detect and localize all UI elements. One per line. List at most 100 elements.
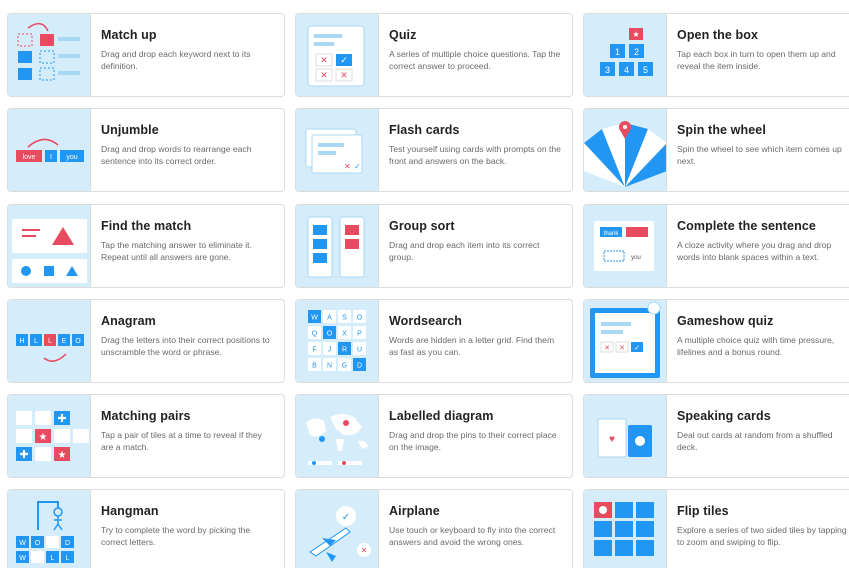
svg-text:W: W — [19, 540, 26, 547]
template-card-complete-the-sentence[interactable]: thank you Complete the sentence A cloze … — [583, 204, 849, 288]
svg-text:L: L — [51, 555, 55, 562]
template-card-match-up[interactable]: Match up Drag and drop each keyword next… — [7, 13, 285, 97]
wordsearch-letter: J — [328, 347, 332, 354]
wordsearch-letter: D — [357, 363, 362, 370]
svg-text:✚: ✚ — [57, 413, 66, 425]
group-sort-icon — [296, 205, 379, 287]
template-card-spin-the-wheel[interactable]: Spin the wheel Spin the wheel to see whi… — [583, 108, 849, 192]
svg-text:★: ★ — [39, 432, 48, 443]
svg-text:✕: ✕ — [604, 345, 610, 352]
template-description: Deal out cards at random from a shuffled… — [677, 430, 833, 452]
find-the-match-icon — [8, 205, 91, 287]
wordsearch-letter: B — [312, 363, 317, 370]
wordsearch-letter: F — [312, 347, 316, 354]
template-title: Airplane — [389, 504, 440, 518]
matching-pairs-icon: ✚ ★ ✚ ★ — [8, 395, 91, 477]
template-card-find-the-match[interactable]: Find the match Tap the matching answer t… — [7, 204, 285, 288]
template-card-gameshow-quiz[interactable]: ✕ ✕ ✓ Gameshow quiz A multiple choice qu… — [583, 299, 849, 383]
hangman-icon: W O D W L L — [8, 490, 91, 568]
svg-text:✓: ✓ — [354, 162, 361, 171]
template-title: Unjumble — [101, 123, 159, 137]
unjumble-icon: love I you — [8, 109, 91, 191]
spin-the-wheel-icon — [584, 109, 667, 191]
svg-text:3: 3 — [605, 65, 610, 75]
template-title: Flip tiles — [677, 504, 729, 518]
svg-text:✕: ✕ — [361, 546, 368, 555]
wordsearch-letter: G — [342, 363, 347, 370]
svg-text:★: ★ — [58, 450, 67, 461]
svg-text:love: love — [23, 154, 36, 161]
svg-text:♥: ♥ — [609, 434, 615, 445]
svg-text:I: I — [50, 154, 52, 161]
svg-text:✓: ✓ — [340, 55, 348, 65]
svg-text:L: L — [66, 555, 70, 562]
template-description: Try to complete the word by picking the … — [101, 525, 251, 547]
wordsearch-letter: Q — [312, 331, 318, 338]
svg-text:2: 2 — [634, 47, 639, 57]
anagram-icon: H L L E O — [8, 300, 91, 382]
svg-text:5: 5 — [643, 65, 648, 75]
svg-text:✓: ✓ — [634, 345, 640, 352]
svg-text:★: ★ — [632, 30, 639, 39]
template-card-flash-cards[interactable]: ✕ ✓ Flash cards Test yourself using card… — [295, 108, 573, 192]
svg-text:O: O — [75, 338, 81, 345]
flash-cards-icon: ✕ ✓ — [296, 109, 379, 191]
template-card-labelled-diagram[interactable]: Labelled diagram Drag and drop the pins … — [295, 394, 573, 478]
template-description: Tap the matching answer to eliminate it.… — [101, 240, 252, 262]
template-description: Drag and drop each item into its correct… — [389, 240, 540, 262]
template-card-hangman[interactable]: W O D W L L Hangman Try to complete the … — [7, 489, 285, 568]
quiz-icon: ✕ ✓ ✕ ✕ — [296, 14, 379, 96]
template-description: A cloze activity where you drag and drop… — [677, 240, 832, 262]
svg-text:H: H — [19, 338, 24, 345]
template-title: Hangman — [101, 504, 159, 518]
wordsearch-letter: R — [342, 347, 347, 354]
svg-text:D: D — [65, 540, 70, 547]
template-description: Drag and drop the pins to their correct … — [389, 430, 557, 452]
template-card-matching-pairs[interactable]: ✚ ★ ✚ ★ Matching pairs Tap a pair of til… — [7, 394, 285, 478]
svg-text:✕: ✕ — [619, 345, 625, 352]
template-title: Anagram — [101, 314, 156, 328]
template-description: Explore a series of two sided tiles by t… — [677, 525, 847, 547]
wordsearch-letter: S — [342, 315, 347, 322]
template-description: Tap a pair of tiles at a time to reveal … — [101, 430, 262, 452]
template-card-airplane[interactable]: ✓ ✕ Airplane Use touch or keyboard to fl… — [295, 489, 573, 568]
template-description: Drag the letters into their correct posi… — [101, 335, 270, 357]
wordsearch-icon: W A S O Q O X P F J R U B N G D — [296, 300, 379, 382]
svg-text:✕: ✕ — [320, 55, 328, 65]
svg-text:W: W — [19, 555, 26, 562]
svg-text:1: 1 — [615, 47, 620, 57]
svg-text:you: you — [66, 154, 77, 161]
wordsearch-letter: O — [357, 315, 363, 322]
flip-tiles-icon — [584, 490, 667, 568]
template-card-open-the-box[interactable]: ★ 1 2 3 4 5 Open the box Tap each box in… — [583, 13, 849, 97]
svg-text:thank: thank — [604, 231, 620, 237]
template-title: Speaking cards — [677, 409, 771, 423]
svg-text:✕: ✕ — [340, 70, 348, 80]
template-description: Drag and drop words to rearrange each se… — [101, 144, 252, 166]
template-description: Test yourself using cards with prompts o… — [389, 144, 561, 166]
template-card-group-sort[interactable]: Group sort Drag and drop each item into … — [295, 204, 573, 288]
template-card-quiz[interactable]: ✕ ✓ ✕ ✕ Quiz A series of multiple choice… — [295, 13, 573, 97]
wordsearch-letter: N — [327, 363, 332, 370]
svg-text:you: you — [631, 255, 641, 261]
wordsearch-letter: P — [357, 331, 362, 338]
wordsearch-letter: X — [342, 331, 347, 338]
template-title: Find the match — [101, 219, 192, 233]
template-title: Match up — [101, 28, 157, 42]
template-title: Open the box — [677, 28, 759, 42]
template-card-wordsearch[interactable]: W A S O Q O X P F J R U B N G D Wordsearch Words are hi… — [295, 299, 573, 383]
template-description: A series of multiple choice questions. T… — [389, 49, 561, 71]
template-card-unjumble[interactable]: love I you Unjumble Drag and drop words … — [7, 108, 285, 192]
template-card-speaking-cards[interactable]: ♥ Speaking cards Deal out cards at rando… — [583, 394, 849, 478]
airplane-icon: ✓ ✕ — [296, 490, 379, 568]
template-card-anagram[interactable]: H L L E O Anagram Drag the letters into … — [7, 299, 285, 383]
template-card-flip-tiles[interactable]: Flip tiles Explore a series of two sided… — [583, 489, 849, 568]
svg-text:✚: ✚ — [19, 449, 28, 461]
template-title: Complete the sentence — [677, 219, 816, 233]
speaking-cards-icon: ♥ — [584, 395, 667, 477]
template-description: Spin the wheel to see which item comes u… — [677, 144, 842, 166]
template-description: Drag and drop each keyword next to its d… — [101, 49, 251, 71]
template-description: A multiple choice quiz with time pressur… — [677, 335, 835, 357]
complete-the-sentence-icon: thank you — [584, 205, 667, 287]
wordsearch-letter: U — [357, 347, 362, 354]
